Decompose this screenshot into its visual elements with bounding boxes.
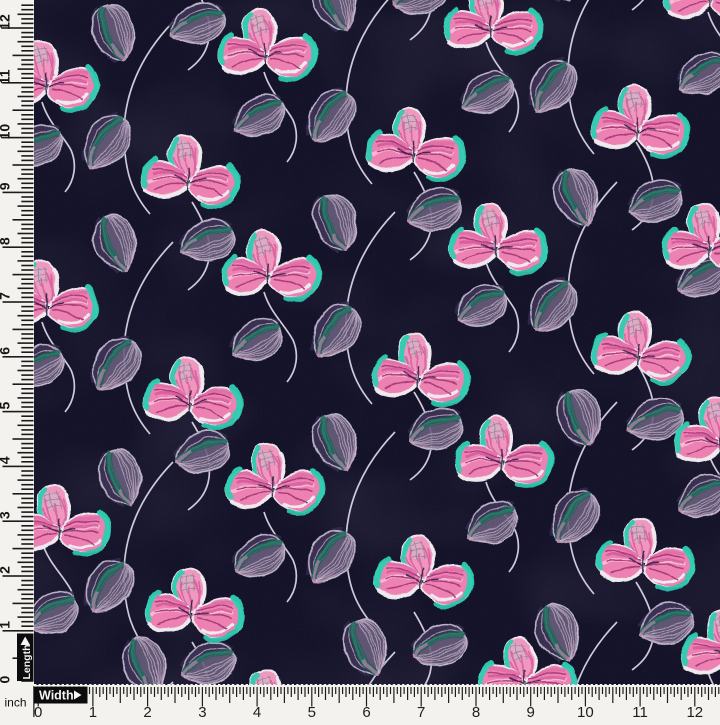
svg-text:11: 11	[632, 704, 648, 720]
svg-text:5: 5	[0, 401, 13, 409]
svg-text:0: 0	[34, 704, 42, 720]
svg-text:4: 4	[0, 456, 13, 464]
svg-text:11: 11	[0, 69, 13, 84]
svg-text:8: 8	[472, 704, 480, 720]
svg-text:7: 7	[0, 292, 13, 300]
svg-text:7: 7	[417, 704, 425, 720]
svg-text:inch: inch	[5, 696, 27, 710]
svg-text:12: 12	[686, 704, 703, 720]
svg-text:Width: Width	[39, 689, 74, 703]
svg-text:1: 1	[0, 621, 13, 629]
svg-text:12: 12	[0, 14, 13, 30]
svg-text:2: 2	[143, 704, 151, 720]
svg-text:10: 10	[577, 704, 594, 720]
svg-text:1: 1	[89, 704, 97, 720]
svg-text:3: 3	[0, 511, 13, 519]
svg-text:10: 10	[0, 124, 13, 140]
svg-text:9: 9	[0, 182, 13, 190]
svg-text:4: 4	[253, 704, 261, 720]
svg-text:Length: Length	[21, 645, 33, 680]
svg-text:8: 8	[0, 237, 13, 245]
svg-text:6: 6	[0, 347, 13, 355]
svg-text:3: 3	[198, 704, 206, 720]
svg-text:9: 9	[527, 704, 535, 720]
svg-text:5: 5	[308, 704, 316, 720]
svg-text:2: 2	[0, 566, 13, 574]
svg-text:6: 6	[362, 704, 370, 720]
svg-text:0: 0	[0, 675, 13, 683]
